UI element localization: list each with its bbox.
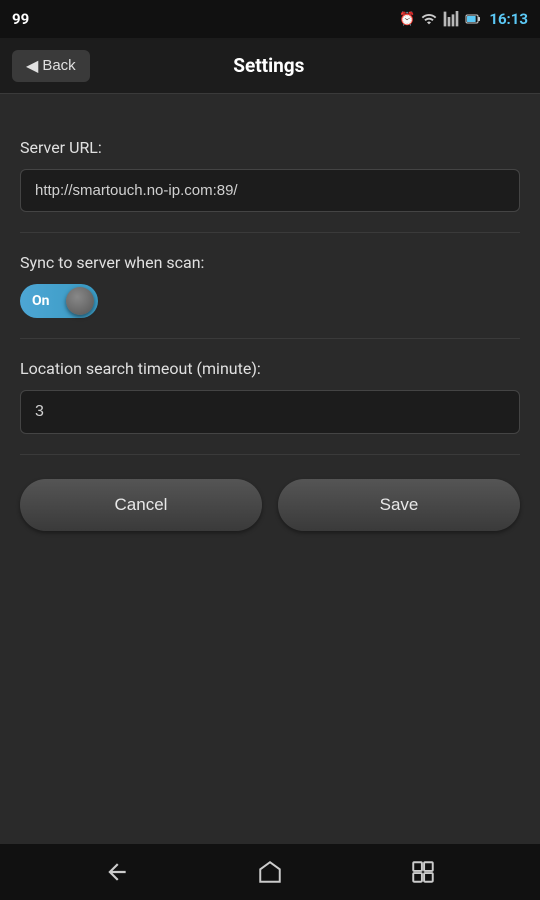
bottom-nav-bar xyxy=(0,844,540,900)
cancel-button[interactable]: Cancel xyxy=(20,479,262,531)
signal-strength: 99 xyxy=(12,10,29,28)
server-url-input[interactable] xyxy=(20,169,520,212)
signal-bars-icon xyxy=(443,11,459,27)
toggle-on-label: On xyxy=(32,293,50,309)
wifi-icon xyxy=(421,11,437,27)
system-back-button[interactable] xyxy=(104,859,130,885)
sync-toggle[interactable]: On xyxy=(20,284,98,318)
recents-nav-icon xyxy=(410,859,436,885)
sync-label: Sync to server when scan: xyxy=(20,253,520,272)
home-nav-icon xyxy=(257,859,283,885)
action-buttons: Cancel Save xyxy=(20,455,520,531)
back-button-label: Back xyxy=(42,57,75,74)
home-button[interactable] xyxy=(257,859,283,885)
back-nav-icon xyxy=(104,859,130,885)
server-url-label: Server URL: xyxy=(20,138,520,157)
status-icons: ⏰ 16:13 xyxy=(399,10,528,28)
recents-button[interactable] xyxy=(410,859,436,885)
settings-content: Server URL: Sync to server when scan: On… xyxy=(0,94,540,555)
back-arrow-icon: ◀ xyxy=(26,56,38,76)
server-url-section: Server URL: xyxy=(20,118,520,233)
save-button[interactable]: Save xyxy=(278,479,520,531)
toggle-container: On xyxy=(20,284,520,318)
status-time: 16:13 xyxy=(489,10,528,28)
battery-icon xyxy=(465,11,483,27)
page-title: Settings xyxy=(90,54,448,77)
timeout-input[interactable] xyxy=(20,390,520,434)
timeout-section: Location search timeout (minute): xyxy=(20,339,520,455)
nav-bar: ◀ Back Settings xyxy=(0,38,540,94)
toggle-thumb xyxy=(66,287,94,315)
toggle-track: On xyxy=(20,284,98,318)
timeout-label: Location search timeout (minute): xyxy=(20,359,520,378)
sync-toggle-section: Sync to server when scan: On xyxy=(20,233,520,339)
alarm-icon: ⏰ xyxy=(399,12,415,27)
back-button[interactable]: ◀ Back xyxy=(12,50,90,82)
status-bar: 99 ⏰ 16:13 xyxy=(0,0,540,38)
